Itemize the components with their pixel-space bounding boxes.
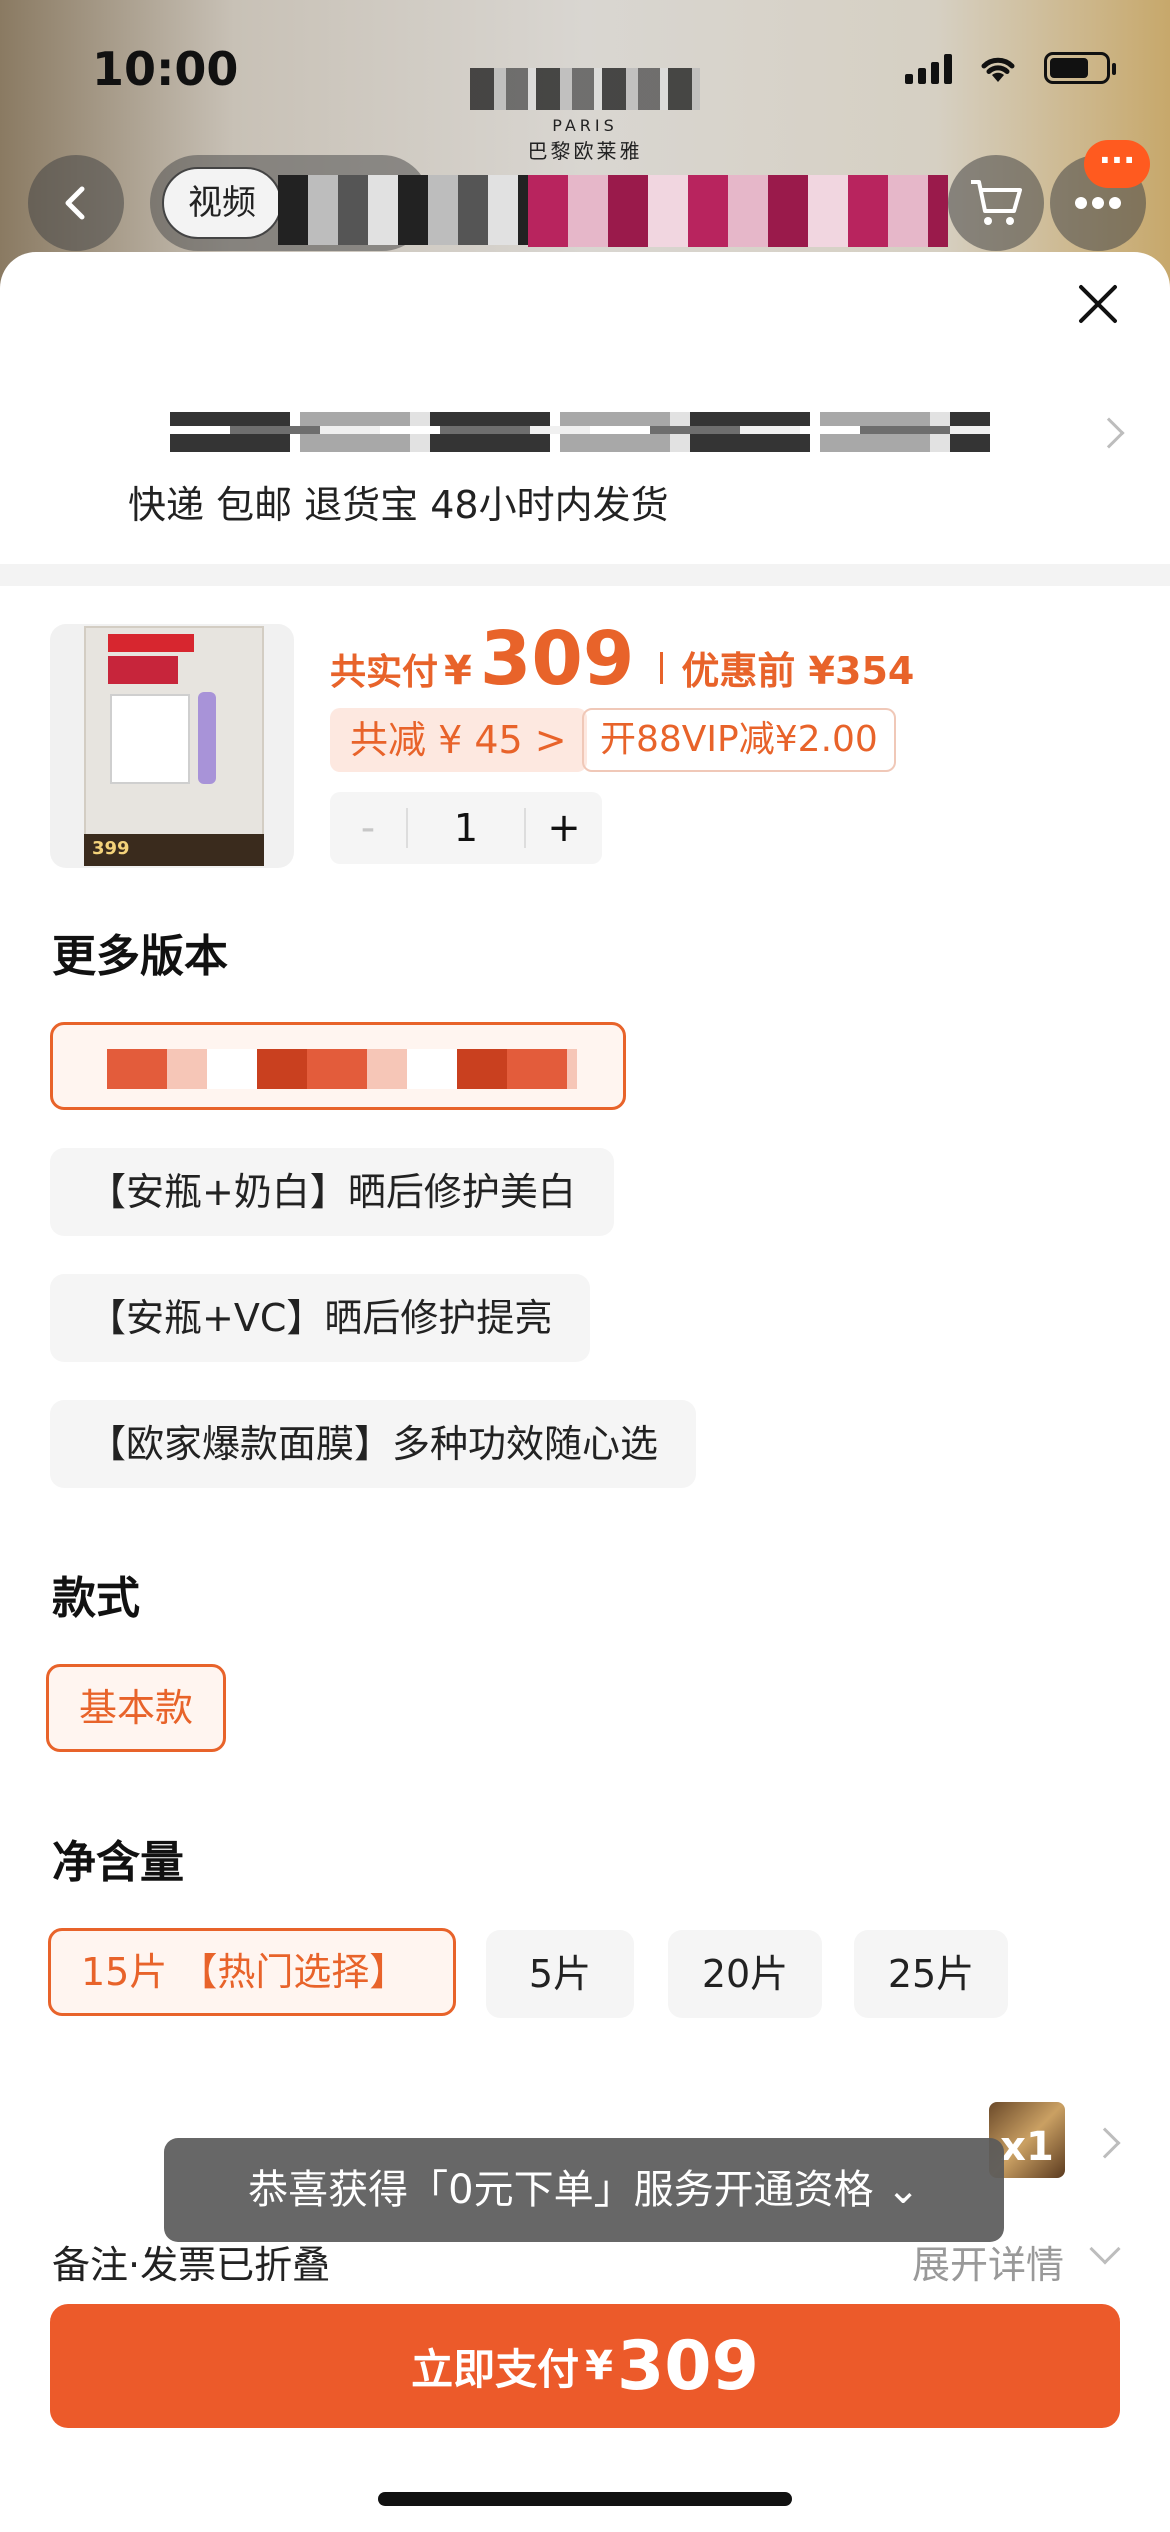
version-option[interactable]: 【安瓶+VC】晒后修护提亮	[50, 1274, 591, 1362]
content-option[interactable]: 20片	[668, 1930, 822, 2018]
section-separator	[0, 564, 1170, 586]
style-title: 款式	[52, 1573, 140, 1624]
content-option[interactable]: 25片	[854, 1930, 1008, 2018]
battery-icon	[1044, 52, 1116, 84]
top-nav: 视频	[28, 155, 1146, 251]
cart-button[interactable]	[948, 155, 1044, 251]
redacted-banner	[528, 175, 948, 247]
home-indicator	[378, 2492, 792, 2506]
status-icons	[905, 52, 1116, 84]
cart-icon	[971, 180, 1022, 225]
product-image[interactable]: 399	[50, 624, 294, 868]
versions-title: 更多版本	[52, 931, 228, 982]
pay-currency: ¥	[585, 2343, 613, 2389]
brand-wordmark	[470, 68, 700, 110]
content-option-selected[interactable]: 15片 【热门选择】	[48, 1928, 456, 2016]
toast-message[interactable]: 恭喜获得「0元下单」服务开通资格 ⌄	[164, 2138, 1004, 2242]
chevron-right-icon	[1089, 2127, 1121, 2159]
redacted-address[interactable]	[170, 412, 990, 452]
discount-badge[interactable]: 共减 ¥ 45 >	[330, 708, 587, 772]
redacted-title	[278, 175, 538, 245]
close-icon[interactable]	[1076, 282, 1120, 326]
video-label: 视频	[162, 167, 282, 239]
price-line: 共实付 ¥ 309 优惠前 ¥354	[330, 616, 914, 702]
version-option[interactable]: 【安瓶+奶白】晒后修护美白	[50, 1148, 614, 1236]
shipping-info: 快递 包邮 退货宝 48小时内发货	[128, 483, 669, 527]
brand-paris: PARIS	[552, 116, 618, 135]
quantity-stepper: - 1 +	[330, 792, 602, 864]
chevron-left-icon	[65, 186, 85, 220]
message-badge[interactable]: ···	[1084, 140, 1150, 188]
content-title: 净含量	[52, 1837, 184, 1888]
chevron-down-icon	[1089, 2233, 1121, 2265]
version-option-selected[interactable]	[50, 1022, 626, 1110]
vip-badge[interactable]: 开88VIP减¥2.00	[582, 708, 896, 772]
signal-icon	[905, 52, 952, 84]
qty-value[interactable]: 1	[406, 808, 526, 848]
more-icon	[1075, 197, 1121, 209]
redacted-option	[107, 1049, 577, 1089]
back-button[interactable]	[28, 155, 124, 251]
price-currency: ¥	[444, 648, 472, 694]
content-option[interactable]: 5片	[486, 1930, 634, 2018]
pay-label: 立即支付	[411, 2344, 580, 2394]
image-price: 399	[92, 838, 130, 859]
qty-plus-button[interactable]: +	[526, 805, 602, 851]
status-time: 10:00	[92, 42, 239, 96]
version-option[interactable]: 【欧家爆款面膜】多种功效随心选	[50, 1400, 697, 1488]
qty-minus-button[interactable]: -	[330, 805, 406, 851]
pay-now-button[interactable]: 立即支付 ¥ 309	[50, 2304, 1120, 2428]
pay-amount: 309	[616, 2326, 759, 2406]
chevron-right-icon	[1093, 417, 1125, 449]
price-value: 309	[479, 616, 635, 702]
wifi-icon	[981, 57, 1015, 82]
brand-logo: PARIS 巴黎欧莱雅	[470, 68, 700, 164]
expand-details[interactable]: 展开详情	[912, 2234, 1064, 2289]
price-divider	[660, 652, 664, 684]
price-label: 共实付	[330, 652, 439, 693]
sku-sheet: 快递 包邮 退货宝 48小时内发货 399 共实付 ¥ 309 优惠前 ¥354…	[0, 252, 1170, 2532]
price-before: 优惠前 ¥354	[681, 649, 915, 693]
note-label[interactable]: 备注·发票已折叠	[52, 2234, 330, 2289]
style-option-selected[interactable]: 基本款	[46, 1664, 227, 1752]
